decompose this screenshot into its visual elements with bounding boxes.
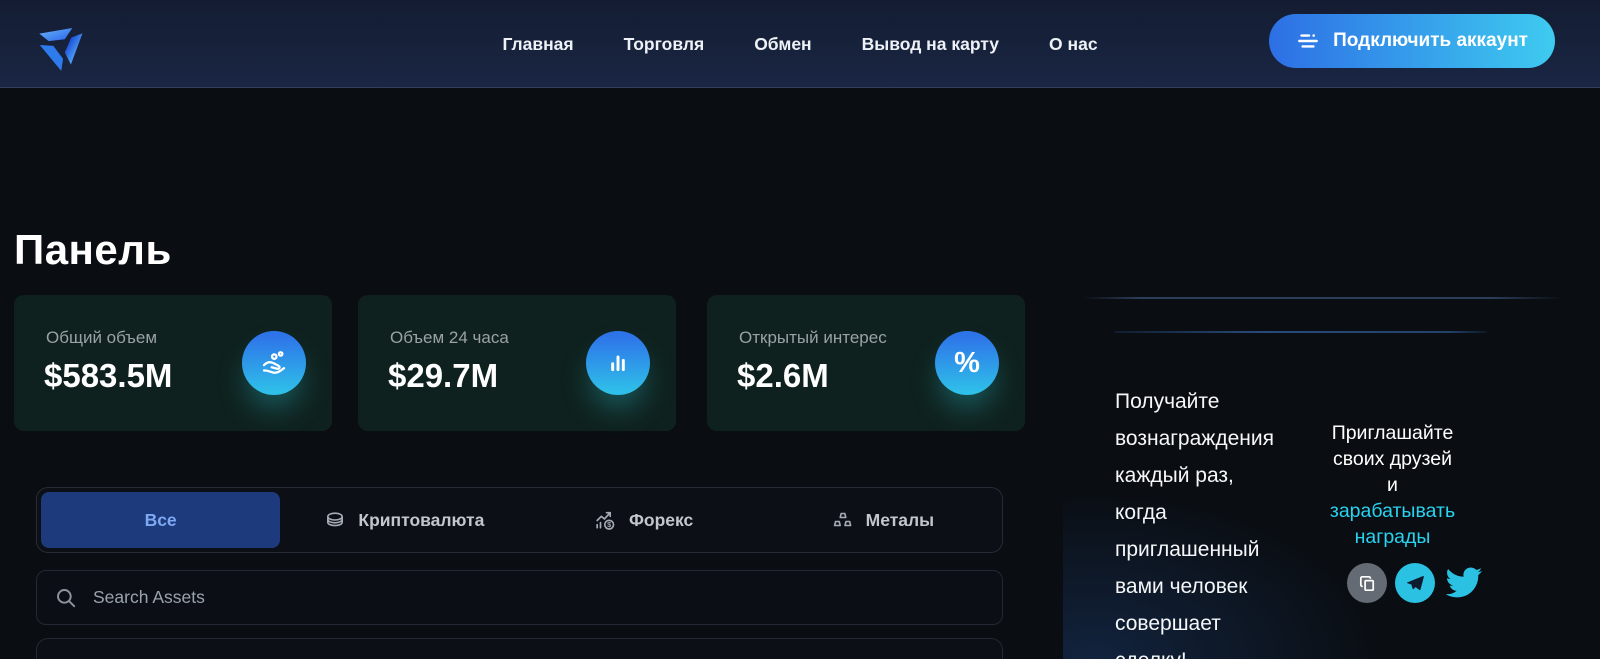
connect-account-label: Подключить аккаунт — [1333, 30, 1528, 52]
telegram-icon — [1404, 572, 1426, 594]
invite-line: Приглашайте — [1310, 420, 1475, 446]
referral-invite-text: Приглашайте своих друзей и зарабатывать … — [1310, 420, 1475, 550]
asset-list-container — [36, 638, 1003, 659]
coin-icon — [323, 508, 347, 532]
tab-forex[interactable]: $ Форекс — [524, 488, 763, 552]
telegram-button[interactable] — [1395, 563, 1435, 603]
nav-link-about[interactable]: О нас — [1049, 34, 1098, 55]
svg-text:$: $ — [607, 520, 611, 529]
hand-coins-icon — [258, 347, 290, 379]
page-title: Панель — [14, 226, 172, 274]
tab-cryptocurrency-label: Криптовалюта — [358, 510, 484, 531]
invite-line: и — [1310, 472, 1475, 498]
twitter-button[interactable] — [1443, 563, 1483, 603]
percent-icon: % — [954, 349, 980, 378]
stat-icon-circle — [586, 331, 650, 395]
tab-all-label: Все — [145, 510, 177, 531]
referral-message: Получайте вознаграждения каждый раз, ког… — [1115, 383, 1285, 659]
stat-icon-circle: % — [935, 331, 999, 395]
tab-all[interactable]: Все — [41, 492, 280, 548]
search-input[interactable] — [91, 586, 985, 609]
stat-card-total-volume: Общий объем $583.5M — [14, 295, 332, 431]
nav-link-home[interactable]: Главная — [502, 34, 573, 55]
main-navigation: Главная Торговля Обмен Вывод на карту О … — [502, 0, 1097, 88]
invite-line: своих друзей — [1310, 446, 1475, 472]
stacked-card-edge — [1115, 331, 1487, 333]
metal-ingots-icon — [831, 508, 855, 532]
connect-account-button[interactable]: Подключить аккаунт — [1269, 14, 1555, 68]
tab-metals-label: Металы — [866, 510, 934, 531]
invite-highlight-line: зарабатывать — [1310, 498, 1475, 524]
nav-link-trading[interactable]: Торговля — [624, 34, 705, 55]
asset-category-tabs: Все Криптовалюта $ Форекс — [36, 487, 1003, 553]
invite-highlight-line: награды — [1310, 524, 1475, 550]
search-icon — [54, 586, 78, 610]
twitter-icon — [1443, 563, 1483, 603]
referral-social-row — [1347, 563, 1483, 603]
nav-link-withdraw[interactable]: Вывод на карту — [862, 34, 999, 55]
stat-icon-circle — [242, 331, 306, 395]
connect-lines-icon — [1296, 29, 1320, 53]
stat-card-open-interest: Открытый интерес $2.6M % — [707, 295, 1025, 431]
asset-search — [36, 570, 1003, 625]
top-navbar: Главная Торговля Обмен Вывод на карту О … — [0, 0, 1600, 88]
tab-metals[interactable]: Металы — [763, 488, 1002, 552]
nav-link-exchange[interactable]: Обмен — [754, 34, 811, 55]
forex-chart-icon: $ — [593, 508, 618, 533]
brand-logo-icon[interactable] — [28, 10, 94, 78]
earn-rewards-link[interactable]: зарабатывать награды — [1310, 498, 1475, 550]
tab-forex-label: Форекс — [629, 510, 693, 531]
bar-chart-icon — [602, 347, 634, 379]
copy-referral-link-button[interactable] — [1347, 563, 1387, 603]
stacked-card-edge — [1083, 297, 1563, 299]
stat-card-volume-24h: Объем 24 часа $29.7M — [358, 295, 676, 431]
copy-icon — [1357, 573, 1378, 594]
tab-cryptocurrency[interactable]: Криптовалюта — [284, 488, 523, 552]
dashboard-screen: Главная Торговля Обмен Вывод на карту О … — [0, 0, 1600, 659]
